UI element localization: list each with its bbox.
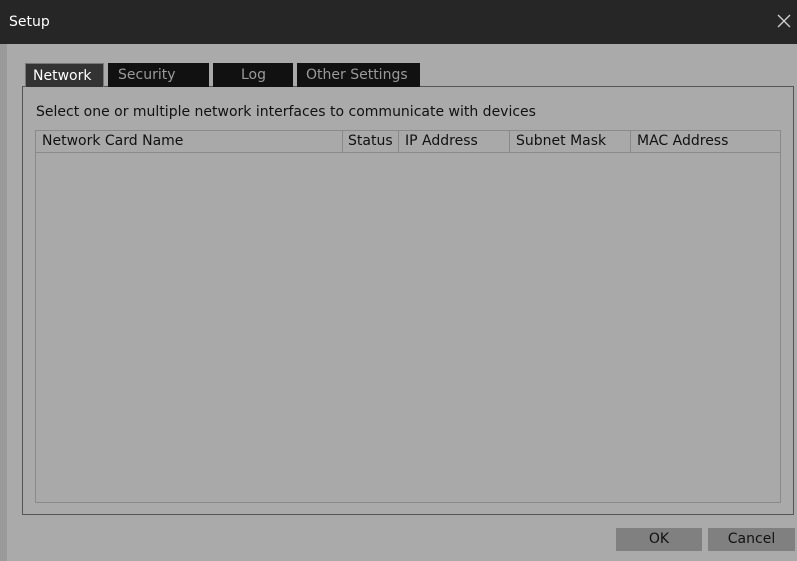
column-header-network-card-name[interactable]: Network Card Name (36, 131, 343, 152)
instruction-text: Select one or multiple network interface… (36, 104, 536, 120)
title-bar[interactable]: Setup (0, 0, 797, 44)
ok-button[interactable]: OK (616, 528, 702, 551)
window-border (0, 44, 7, 561)
tab-other-settings-label: Other Settings (306, 67, 408, 83)
table-header: Network Card Name Status IP Address Subn… (36, 131, 780, 153)
tab-other-settings[interactable]: Other Settings (297, 63, 420, 87)
tab-security-label: Security (118, 67, 176, 83)
table-body[interactable] (36, 153, 780, 502)
tab-network-label: Network (33, 68, 92, 84)
window-title: Setup (9, 14, 50, 30)
tab-log-label: Log (241, 67, 267, 83)
network-interfaces-table[interactable]: Network Card Name Status IP Address Subn… (35, 130, 781, 503)
column-header-subnet-mask[interactable]: Subnet Mask (510, 131, 631, 152)
tab-log[interactable]: Log (213, 63, 293, 87)
column-header-status[interactable]: Status (343, 131, 399, 152)
cancel-button[interactable]: Cancel (708, 528, 795, 551)
column-header-ip-address[interactable]: IP Address (399, 131, 510, 152)
close-icon[interactable] (773, 10, 795, 32)
setup-dialog: Setup Network Security Log Other Setting… (0, 0, 797, 561)
column-header-mac-address[interactable]: MAC Address (631, 131, 780, 152)
tab-network[interactable]: Network (25, 63, 104, 87)
tab-security[interactable]: Security (108, 63, 209, 87)
